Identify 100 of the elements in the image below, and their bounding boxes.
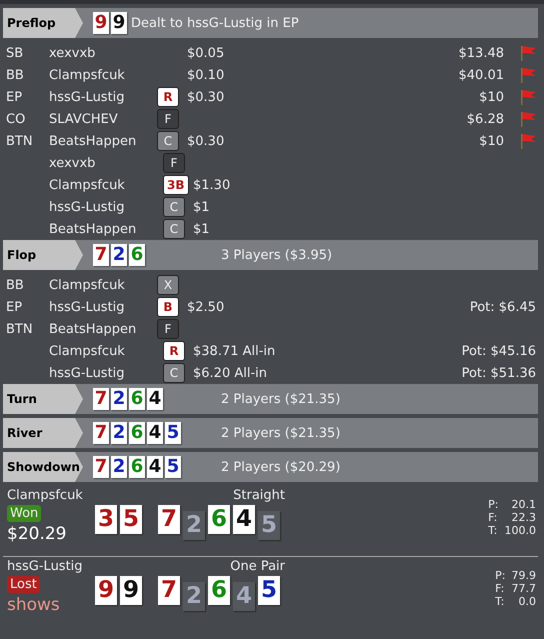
player-name: Clampsfcuk <box>49 68 126 82</box>
action-badge: B <box>157 297 179 317</box>
stat-value: 100.0 <box>504 524 536 537</box>
playing-card: 4 <box>147 456 163 478</box>
stat-label: P: <box>488 498 498 511</box>
position-label: EP <box>5 90 24 104</box>
playing-card: 3 <box>95 505 117 534</box>
bet-amount: $6.20 All-in <box>193 366 268 380</box>
street-summary: 3 Players ($3.95) <box>221 248 332 262</box>
player-name: BeatsHappen <box>49 322 138 336</box>
stat-label: P: <box>495 569 506 582</box>
action-badge: X <box>157 275 179 295</box>
playing-card: 7 <box>93 422 109 444</box>
playing-card: 2 <box>111 244 127 266</box>
playing-card: 6 <box>129 388 145 410</box>
stat-value: 0.0 <box>518 595 536 608</box>
player-name: xexvxb <box>49 46 96 60</box>
stack-amount: $6.28 <box>466 112 504 126</box>
street-summary: Dealt to hssG-Lustig in EP <box>131 16 299 30</box>
player-name: BeatsHappen <box>49 222 138 236</box>
playing-card: 7 <box>158 576 180 605</box>
stack-amount: $13.48 <box>458 46 504 60</box>
player-name: Clampsfcuk <box>7 488 84 503</box>
playing-card: 7 <box>93 244 109 266</box>
street-summary: 2 Players ($20.29) <box>221 460 340 474</box>
player-name: Clampsfcuk <box>49 344 126 358</box>
stack-amount: $10 <box>479 90 504 104</box>
playing-card: 6 <box>129 456 145 478</box>
action-badge: C <box>157 131 179 151</box>
stat-value: 77.7 <box>512 582 536 595</box>
street-summary: 2 Players ($21.35) <box>221 426 340 440</box>
pot-amount: Pot: $51.36 <box>462 366 536 380</box>
street-label: Showdown <box>3 452 83 482</box>
player-name: BeatsHappen <box>49 134 138 148</box>
playing-card: 2 <box>111 388 127 410</box>
player-name: hssG-Lustig <box>49 366 126 380</box>
playing-card: 5 <box>258 576 280 605</box>
stat-value: 79.9 <box>512 569 536 582</box>
bet-amount: $2.50 <box>187 300 224 314</box>
player-name: xexvxb <box>49 156 96 170</box>
hand-name: Straight <box>232 488 285 503</box>
player-name: hssG-Lustig <box>49 300 126 314</box>
action-badge: F <box>157 319 179 339</box>
result-badge: Lost <box>7 576 40 593</box>
stat-label: T: <box>495 595 506 608</box>
player-name: Clampsfcuk <box>49 178 126 192</box>
playing-card: 5 <box>165 422 181 444</box>
player-name: hssG-Lustig <box>7 559 84 574</box>
position-label: CO <box>5 112 26 126</box>
playing-card: 2 <box>111 456 127 478</box>
action-badge: R <box>157 87 179 107</box>
player-name: SLAVCHEV <box>49 112 119 126</box>
result-detail: $20.29 <box>7 524 68 544</box>
playing-card: 6 <box>208 505 230 534</box>
playing-card: 2 <box>183 511 205 540</box>
stat-value: 20.1 <box>510 498 536 511</box>
stack-amount: $10 <box>479 134 504 148</box>
position-label: SB <box>5 46 24 60</box>
playing-card: 5 <box>120 505 142 534</box>
stack-amount: $40.01 <box>458 68 504 82</box>
playing-card: 9 <box>111 12 127 34</box>
pot-amount: Pot: $6.45 <box>470 300 536 314</box>
action-badge: C <box>163 363 185 383</box>
action-badge: F <box>163 153 185 173</box>
bet-amount: $1 <box>193 200 210 214</box>
stat-value: 22.3 <box>510 511 536 524</box>
position-label: BB <box>5 68 25 82</box>
street-label: River <box>3 418 83 448</box>
stat-label: T: <box>488 524 498 537</box>
playing-card: 6 <box>208 576 230 605</box>
position-label: BTN <box>5 322 34 336</box>
playing-card: 2 <box>111 422 127 444</box>
bet-amount: $38.71 All-in <box>193 344 276 358</box>
hand-name: One Pair <box>229 559 285 574</box>
bet-amount: $0.05 <box>187 46 224 60</box>
playing-card: 5 <box>165 456 181 478</box>
playing-card: 4 <box>147 422 163 444</box>
bet-amount: $0.30 <box>187 90 224 104</box>
playing-card: 7 <box>93 388 109 410</box>
street-label: Turn <box>3 384 83 414</box>
action-badge: R <box>163 341 185 361</box>
player-name: hssG-Lustig <box>49 200 126 214</box>
position-label: BB <box>5 278 25 292</box>
playing-card: 9 <box>120 576 142 605</box>
pot-amount: Pot: $45.16 <box>462 344 536 358</box>
street-label: Preflop <box>3 8 83 38</box>
stat-label: F: <box>488 511 498 524</box>
action-badge: C <box>163 197 185 217</box>
bet-amount: $1.30 <box>193 178 230 192</box>
bet-amount: $1 <box>193 222 210 236</box>
playing-card: 5 <box>258 511 280 540</box>
result-badge: Won <box>7 505 42 522</box>
playing-card: 9 <box>95 576 117 605</box>
street-summary: 2 Players ($21.35) <box>221 392 340 406</box>
playing-card: 9 <box>93 12 109 34</box>
stat-label: F: <box>495 582 506 595</box>
playing-card: 4 <box>233 505 255 534</box>
bet-amount: $0.10 <box>187 68 224 82</box>
street-label: Flop <box>3 240 83 270</box>
action-badge: C <box>163 219 185 239</box>
